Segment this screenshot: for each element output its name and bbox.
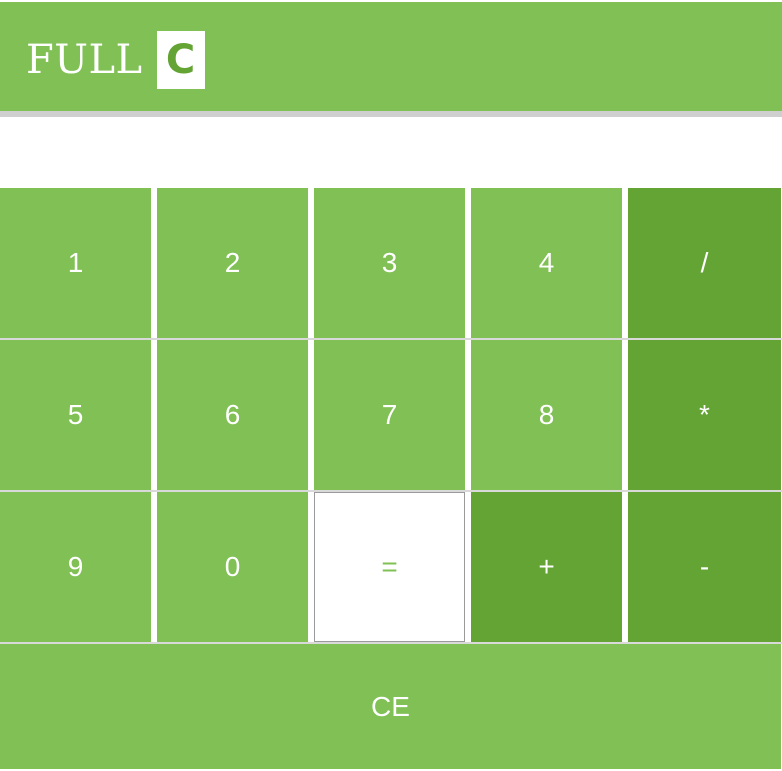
key-2[interactable]: 2 [157, 188, 308, 338]
key-subtract[interactable]: - [628, 492, 781, 642]
key-7[interactable]: 7 [314, 340, 465, 490]
app-header: FULL C [0, 2, 782, 111]
key-4[interactable]: 4 [471, 188, 622, 338]
app-logo: FULL C [26, 31, 205, 89]
key-equals[interactable]: = [314, 492, 465, 642]
row-divider [0, 490, 782, 492]
key-add[interactable]: + [471, 492, 622, 642]
row-divider [0, 338, 782, 340]
key-8[interactable]: 8 [471, 340, 622, 490]
key-6[interactable]: 6 [157, 340, 308, 490]
key-0[interactable]: 0 [157, 492, 308, 642]
key-divide[interactable]: / [628, 188, 781, 338]
key-5[interactable]: 5 [0, 340, 151, 490]
logo-text: FULL [26, 37, 143, 83]
key-9[interactable]: 9 [0, 492, 151, 642]
logo-badge: C [156, 31, 205, 89]
key-3[interactable]: 3 [314, 188, 465, 338]
key-clear-entry[interactable]: CE [0, 644, 781, 769]
calculator-display [0, 117, 782, 187]
key-multiply[interactable]: * [628, 340, 781, 490]
key-1[interactable]: 1 [0, 188, 151, 338]
